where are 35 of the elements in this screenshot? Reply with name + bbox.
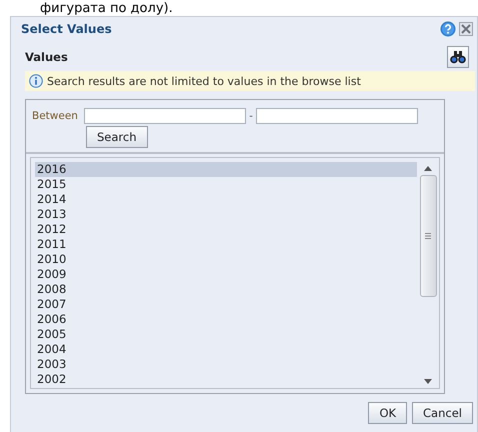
list-item[interactable]: 2015 [35,177,417,192]
list-item[interactable]: 2005 [35,327,417,342]
from-field[interactable] [84,108,246,124]
to-field[interactable] [256,108,418,124]
list-item[interactable]: 2013 [35,207,417,222]
dialog-button[interactable]: Cancel [412,402,473,424]
search-button[interactable]: Search [86,126,148,148]
list-item[interactable]: 2007 [35,297,417,312]
page-text: фигурата по долу). [40,0,173,16]
section-title: Values [25,50,68,64]
range-separator: - [248,110,254,122]
info-text: Search results are not limited to values in the browse list [47,74,361,88]
binoculars-icon [450,50,466,64]
list-item[interactable]: 2008 [35,282,417,297]
between-label: Between [32,110,79,122]
grip-icon [425,233,431,239]
list-item[interactable]: 2004 [35,342,417,357]
list-item[interactable]: 2011 [35,237,417,252]
list-item[interactable]: 2010 [35,252,417,267]
scroll-thumb[interactable] [420,175,436,297]
dialog-button[interactable]: OK [368,402,408,424]
binoculars-button[interactable] [447,46,469,68]
help-icon[interactable] [440,21,456,37]
list-item[interactable]: 2003 [35,357,417,372]
scroll-down-icon[interactable] [424,379,432,384]
list-item[interactable]: 2002 [35,372,417,387]
list-item[interactable]: 2012 [35,222,417,237]
list-item[interactable]: 2014 [35,192,417,207]
dialog-title: Select Values [21,22,113,36]
close-icon[interactable] [459,22,473,36]
list-item[interactable]: 2009 [35,267,417,282]
list-item[interactable]: 2016 [35,162,417,177]
info-icon [29,74,43,88]
list-item[interactable]: 2006 [35,312,417,327]
scroll-up-icon[interactable] [424,166,432,171]
